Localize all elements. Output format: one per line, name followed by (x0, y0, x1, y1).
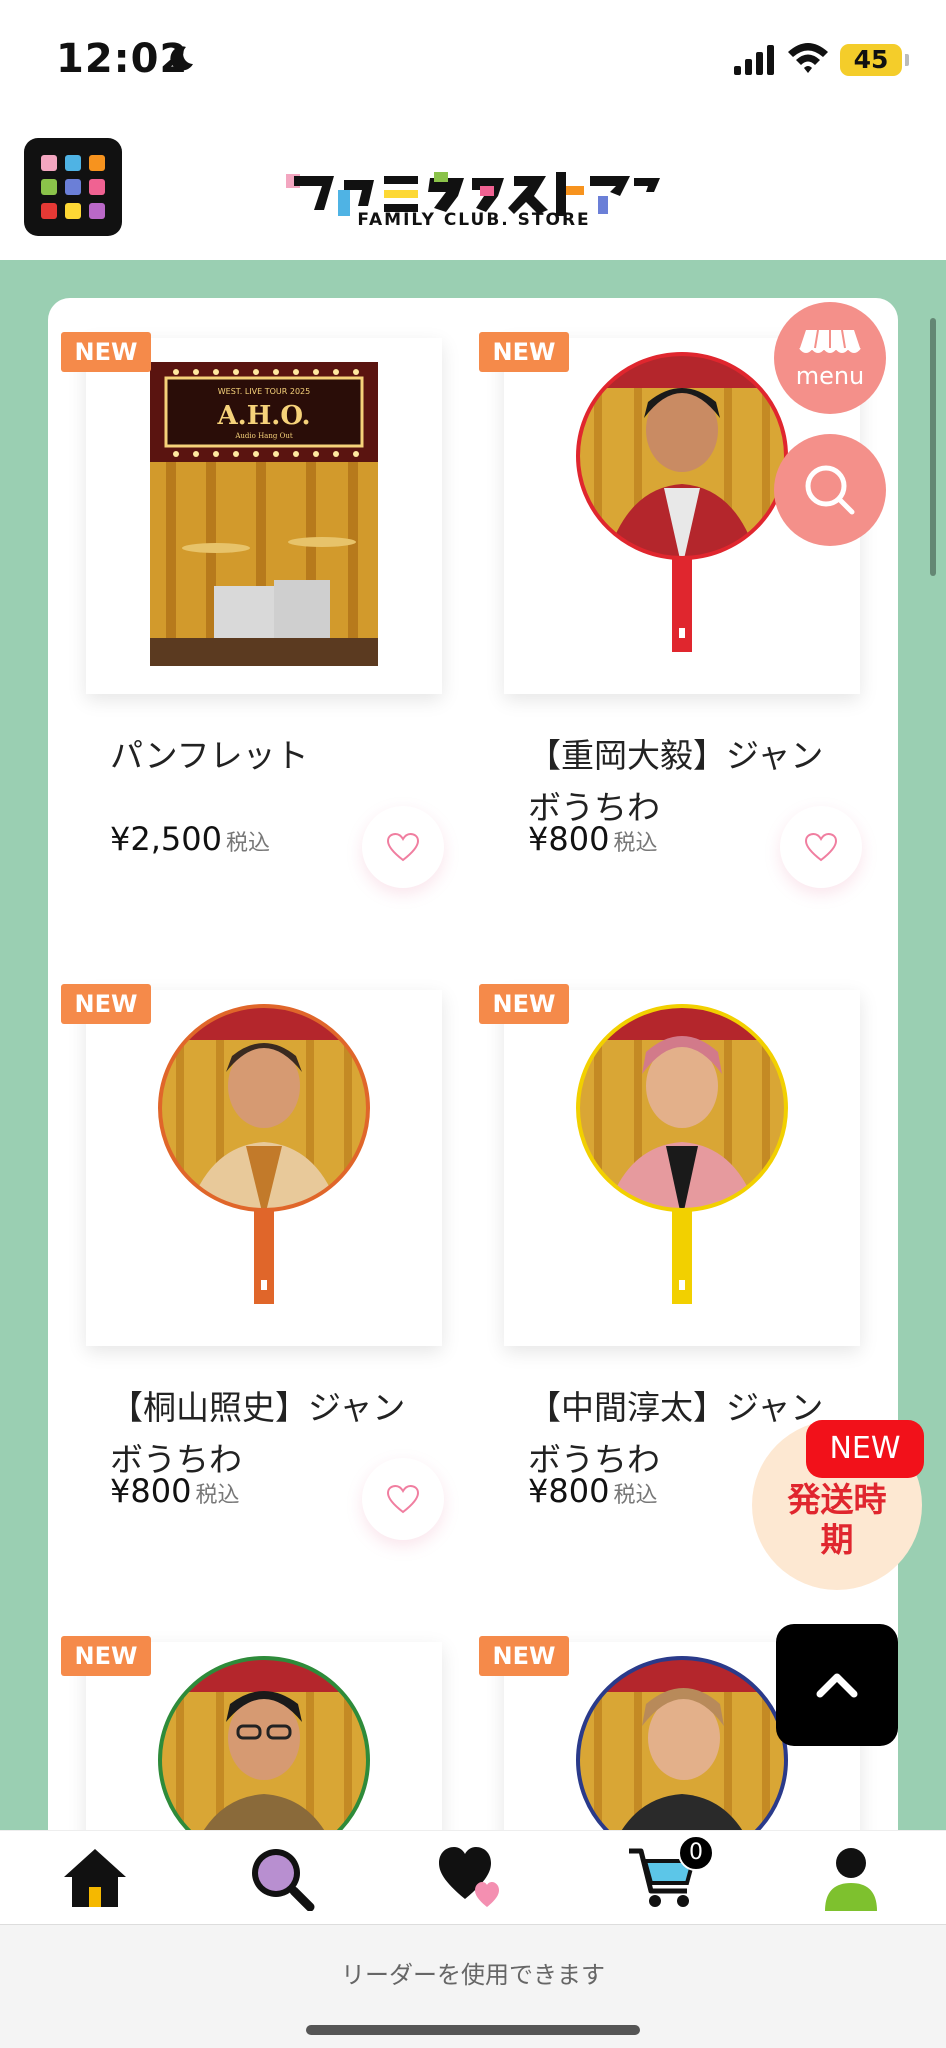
new-badge: NEW (479, 1636, 569, 1676)
new-badge: NEW (61, 1636, 151, 1676)
product-price: ¥800 税込 (110, 1472, 239, 1510)
nav-cart[interactable]: 0 (620, 1835, 714, 1921)
shop-awning-icon (799, 329, 861, 353)
heart-outline-icon (386, 832, 420, 862)
product-image[interactable]: WEST. LIVE TOUR 2025 A.H.O. Audio Hang O… (86, 338, 442, 694)
scrollbar[interactable] (930, 318, 936, 576)
uchiwa-image (158, 1004, 370, 1304)
bottom-navigation: 0 (0, 1830, 946, 1924)
product-price: ¥800 税込 (528, 1472, 657, 1510)
price-value: ¥800 (528, 820, 610, 858)
heart-icon (439, 1847, 499, 1907)
grid-cell (65, 179, 81, 195)
pamphlet-sign-subtitle: Audio Hang Out (234, 432, 292, 440)
battery-indicator: 45 (840, 44, 909, 76)
search-icon (252, 1849, 315, 1911)
favorite-button[interactable] (362, 1458, 444, 1540)
product-image[interactable] (86, 990, 442, 1346)
floating-search-button[interactable] (774, 434, 886, 546)
grid-cell (89, 203, 105, 219)
price-value: ¥800 (110, 1472, 192, 1510)
cellular-signal-icon (734, 45, 774, 75)
home-icon (64, 1849, 126, 1907)
nav-search[interactable] (238, 1835, 328, 1921)
new-badge: NEW (479, 332, 569, 372)
app-grid-button[interactable] (24, 138, 122, 236)
nav-home[interactable] (50, 1835, 140, 1921)
tax-label: 税込 (613, 1483, 658, 1508)
new-badge: NEW (61, 984, 151, 1024)
shipping-new-badge: NEW (806, 1420, 924, 1478)
pamphlet-cover-image: WEST. LIVE TOUR 2025 A.H.O. Audio Hang O… (150, 362, 378, 666)
moon-icon (170, 46, 193, 71)
cart-count-badge: 0 (678, 1835, 714, 1871)
nav-account[interactable] (806, 1835, 896, 1921)
nav-favorites[interactable] (428, 1835, 518, 1921)
new-badge: NEW (61, 332, 151, 372)
pamphlet-sign-text: A.H.O. (216, 401, 310, 431)
grid-cell (65, 203, 81, 219)
product-list-panel: NEW WEST. LIVE TOUR 2025 A.H.O. Audio Ha… (48, 298, 898, 1830)
status-bar: 12:02 45 (0, 0, 946, 118)
heart-outline-icon (804, 832, 838, 862)
tax-label: 税込 (195, 1483, 240, 1508)
grid-cell (89, 155, 105, 171)
shipping-schedule-button[interactable]: NEW 発送時期 (752, 1420, 924, 1590)
favorite-button[interactable] (362, 806, 444, 888)
search-icon (805, 465, 855, 515)
product-price: ¥800 税込 (528, 820, 657, 858)
site-header: FAMILY CLUB. STORE (0, 118, 946, 260)
pamphlet-tour-text: WEST. LIVE TOUR 2025 (218, 387, 310, 396)
product-price: ¥2,500 税込 (110, 820, 270, 858)
reader-mode-notice[interactable]: リーダーを使用できます (0, 1955, 946, 1990)
tax-label: 税込 (225, 831, 270, 856)
home-indicator (306, 2025, 640, 2035)
tax-label: 税込 (613, 831, 658, 856)
shipping-schedule-label: 発送時期 (787, 1480, 887, 1559)
favorite-button[interactable] (780, 806, 862, 888)
menu-button[interactable]: menu (774, 302, 886, 414)
product-title[interactable]: パンフレット (110, 730, 420, 782)
grid-cell (41, 155, 57, 171)
grid-cell (41, 179, 57, 195)
grid-cell (41, 203, 57, 219)
user-icon (825, 1848, 877, 1911)
new-badge: NEW (479, 984, 569, 1024)
product-image[interactable] (504, 990, 860, 1346)
wifi-icon (788, 43, 828, 73)
grid-cell (89, 179, 105, 195)
store-logo[interactable] (284, 146, 664, 246)
price-value: ¥2,500 (110, 820, 222, 858)
heart-outline-icon (386, 1484, 420, 1514)
uchiwa-image (576, 1004, 788, 1304)
menu-button-label: menu (795, 362, 865, 390)
grid-cell (65, 155, 81, 171)
price-value: ¥800 (528, 1472, 610, 1510)
chevron-up-icon (816, 1673, 858, 1698)
browser-footer: リーダーを使用できます (0, 1924, 946, 2048)
store-logo-subtitle: FAMILY CLUB. STORE (357, 210, 591, 230)
scroll-to-top-button[interactable] (776, 1624, 898, 1746)
